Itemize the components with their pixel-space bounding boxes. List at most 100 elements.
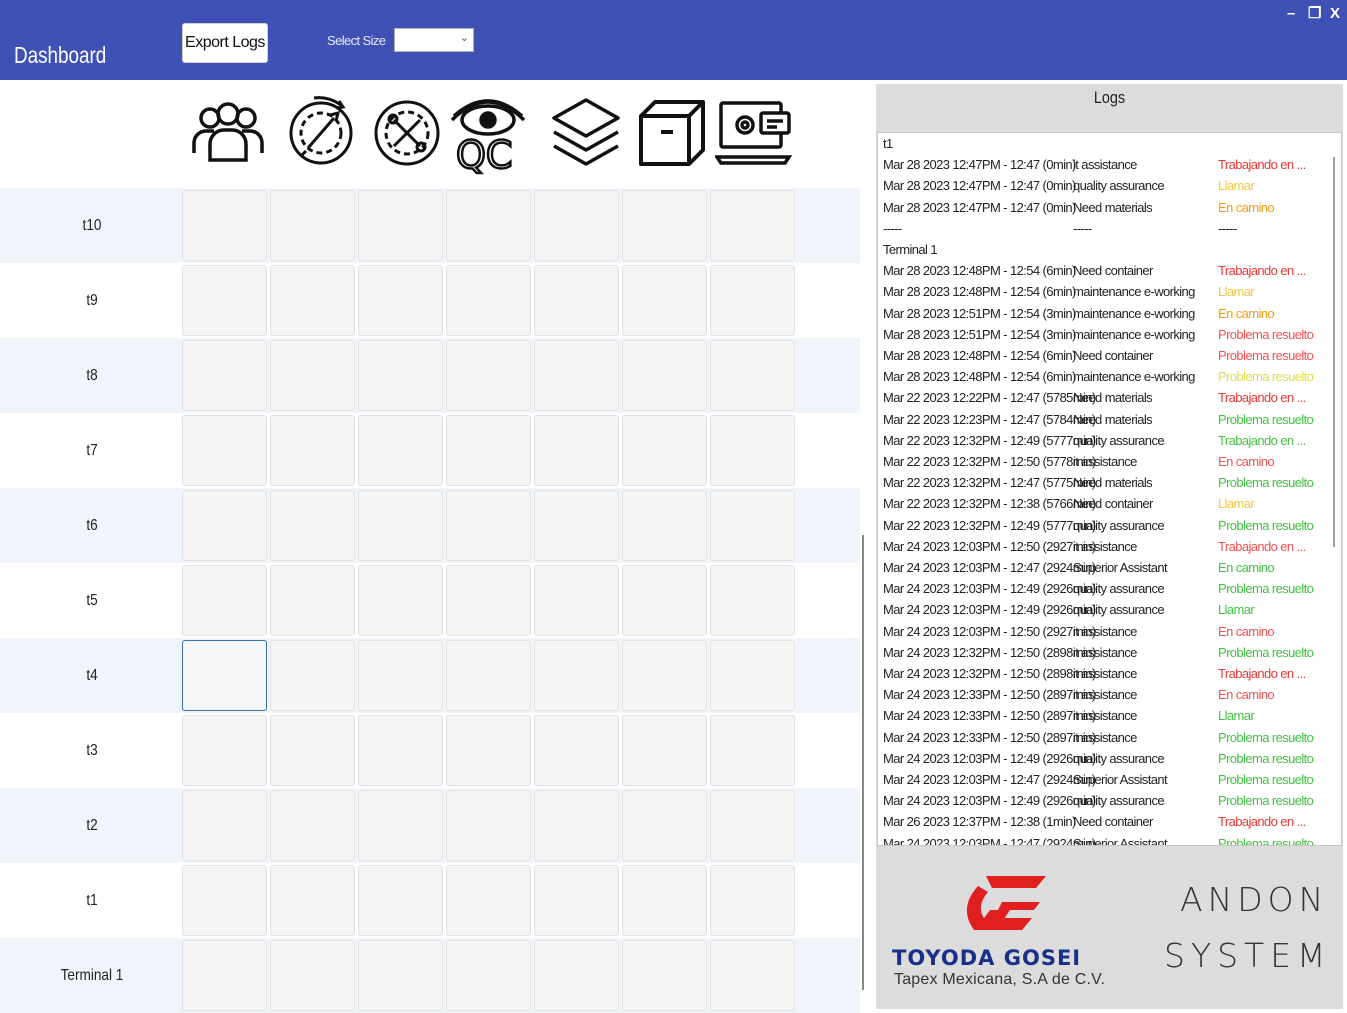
- grid-cell[interactable]: [358, 565, 443, 636]
- grid-cell[interactable]: [710, 490, 795, 561]
- grid-cell[interactable]: [358, 940, 443, 1011]
- grid-cell[interactable]: [710, 415, 795, 486]
- grid-cell[interactable]: [270, 265, 355, 336]
- close-icon[interactable]: X: [1330, 4, 1340, 24]
- grid-cell[interactable]: [270, 490, 355, 561]
- grid-cell[interactable]: [622, 190, 707, 261]
- grid-row: Terminal 1: [0, 938, 860, 1013]
- grid-cell[interactable]: [270, 340, 355, 411]
- grid-cell[interactable]: [182, 640, 267, 711]
- log-type: maintenance e-working: [1073, 284, 1195, 300]
- export-logs-button[interactable]: Export Logs: [182, 23, 268, 63]
- log-date: Mar 28 2023 12:47PM - 12:47 (0min): [883, 178, 1076, 194]
- grid-cell[interactable]: [534, 190, 619, 261]
- grid-cell[interactable]: [446, 790, 531, 861]
- grid-cell[interactable]: [446, 490, 531, 561]
- grid-cell[interactable]: [534, 565, 619, 636]
- brand-area: TOYODA GOSEI Tapex Mexicana, S.A de C.V.…: [876, 854, 1343, 1009]
- grid-cell[interactable]: [182, 790, 267, 861]
- grid-cell[interactable]: [182, 565, 267, 636]
- grid-cell[interactable]: [534, 415, 619, 486]
- grid-cell[interactable]: [622, 415, 707, 486]
- grid-cell[interactable]: [622, 865, 707, 936]
- grid-cell[interactable]: [534, 715, 619, 786]
- grid-cell[interactable]: [534, 640, 619, 711]
- grid-cell[interactable]: [270, 790, 355, 861]
- restore-icon[interactable]: ❐: [1308, 4, 1321, 24]
- minimize-icon[interactable]: –: [1287, 4, 1295, 24]
- grid-cell[interactable]: [446, 340, 531, 411]
- grid-cell[interactable]: [622, 565, 707, 636]
- grid-cell[interactable]: [622, 490, 707, 561]
- grid-cell[interactable]: [270, 865, 355, 936]
- grid-cell[interactable]: [622, 640, 707, 711]
- grid-cell[interactable]: [534, 265, 619, 336]
- grid-cell[interactable]: [534, 940, 619, 1011]
- grid-cell[interactable]: [270, 640, 355, 711]
- log-date: Mar 28 2023 12:48PM - 12:54 (6min): [883, 348, 1076, 363]
- grid-cell[interactable]: [182, 490, 267, 561]
- grid-cell[interactable]: [446, 265, 531, 336]
- grid-cell[interactable]: [710, 565, 795, 636]
- grid-cell[interactable]: [622, 940, 707, 1011]
- grid-cell[interactable]: [710, 640, 795, 711]
- grid-cell[interactable]: [710, 190, 795, 261]
- grid-cell[interactable]: [358, 265, 443, 336]
- grid-cell[interactable]: [710, 790, 795, 861]
- grid-cell[interactable]: [358, 490, 443, 561]
- grid-cell[interactable]: [182, 940, 267, 1011]
- log-status: En camino: [1218, 623, 1275, 639]
- grid-cell[interactable]: [446, 640, 531, 711]
- logs-scrollbar[interactable]: [1333, 157, 1335, 547]
- grid-cell[interactable]: [182, 865, 267, 936]
- grid-cell[interactable]: [358, 190, 443, 261]
- log-type: it assistance: [1073, 687, 1137, 703]
- log-status: Problema resuelto: [1218, 729, 1314, 745]
- grid-cell[interactable]: [446, 865, 531, 936]
- log-type: quality assurance: [1073, 793, 1165, 809]
- grid-cell[interactable]: [270, 565, 355, 636]
- grid-cell[interactable]: [446, 565, 531, 636]
- log-status: En camino: [1218, 687, 1275, 703]
- grid-cell[interactable]: [534, 340, 619, 411]
- grid-cell[interactable]: [182, 190, 267, 261]
- grid-cell[interactable]: [710, 940, 795, 1011]
- grid-cell[interactable]: [182, 340, 267, 411]
- log-date: Mar 24 2023 12:03PM - 12:50 (2927min): [883, 538, 1096, 554]
- grid-cell[interactable]: [446, 940, 531, 1011]
- grid-row: t10: [0, 188, 860, 263]
- grid-cell[interactable]: [534, 790, 619, 861]
- grid-scrollbar[interactable]: [862, 535, 864, 990]
- grid-cell[interactable]: [622, 715, 707, 786]
- grid-cell[interactable]: [358, 340, 443, 411]
- grid-cell[interactable]: [182, 715, 267, 786]
- grid-cell[interactable]: [358, 865, 443, 936]
- grid-cell[interactable]: [710, 865, 795, 936]
- grid-cell[interactable]: [710, 340, 795, 411]
- grid-cell[interactable]: [446, 190, 531, 261]
- grid-cell[interactable]: [710, 715, 795, 786]
- grid-cell[interactable]: [710, 265, 795, 336]
- grid-cell[interactable]: [182, 265, 267, 336]
- grid-cell[interactable]: [358, 715, 443, 786]
- grid-cell[interactable]: [182, 415, 267, 486]
- select-size-dropdown[interactable]: ⌄: [394, 28, 474, 52]
- grid-cell[interactable]: [270, 940, 355, 1011]
- grid-cell[interactable]: [270, 715, 355, 786]
- grid-cell[interactable]: [534, 865, 619, 936]
- grid-cell[interactable]: [358, 640, 443, 711]
- grid-cell[interactable]: [622, 340, 707, 411]
- grid-cell[interactable]: [622, 265, 707, 336]
- log-date: Mar 26 2023 12:37PM - 12:38 (1min): [883, 814, 1076, 830]
- grid-cell[interactable]: [270, 190, 355, 261]
- grid-cell[interactable]: [446, 715, 531, 786]
- andon-title: ANDON: [1180, 880, 1329, 919]
- logs-list[interactable]: t1 Mar 28 2023 12:47PM - 12:47 (0min) it a…: [877, 132, 1342, 846]
- grid-cell[interactable]: [534, 490, 619, 561]
- grid-row: t3: [0, 713, 860, 788]
- grid-cell[interactable]: [270, 415, 355, 486]
- grid-cell[interactable]: [622, 790, 707, 861]
- grid-cell[interactable]: [358, 790, 443, 861]
- grid-cell[interactable]: [446, 415, 531, 486]
- grid-cell[interactable]: [358, 415, 443, 486]
